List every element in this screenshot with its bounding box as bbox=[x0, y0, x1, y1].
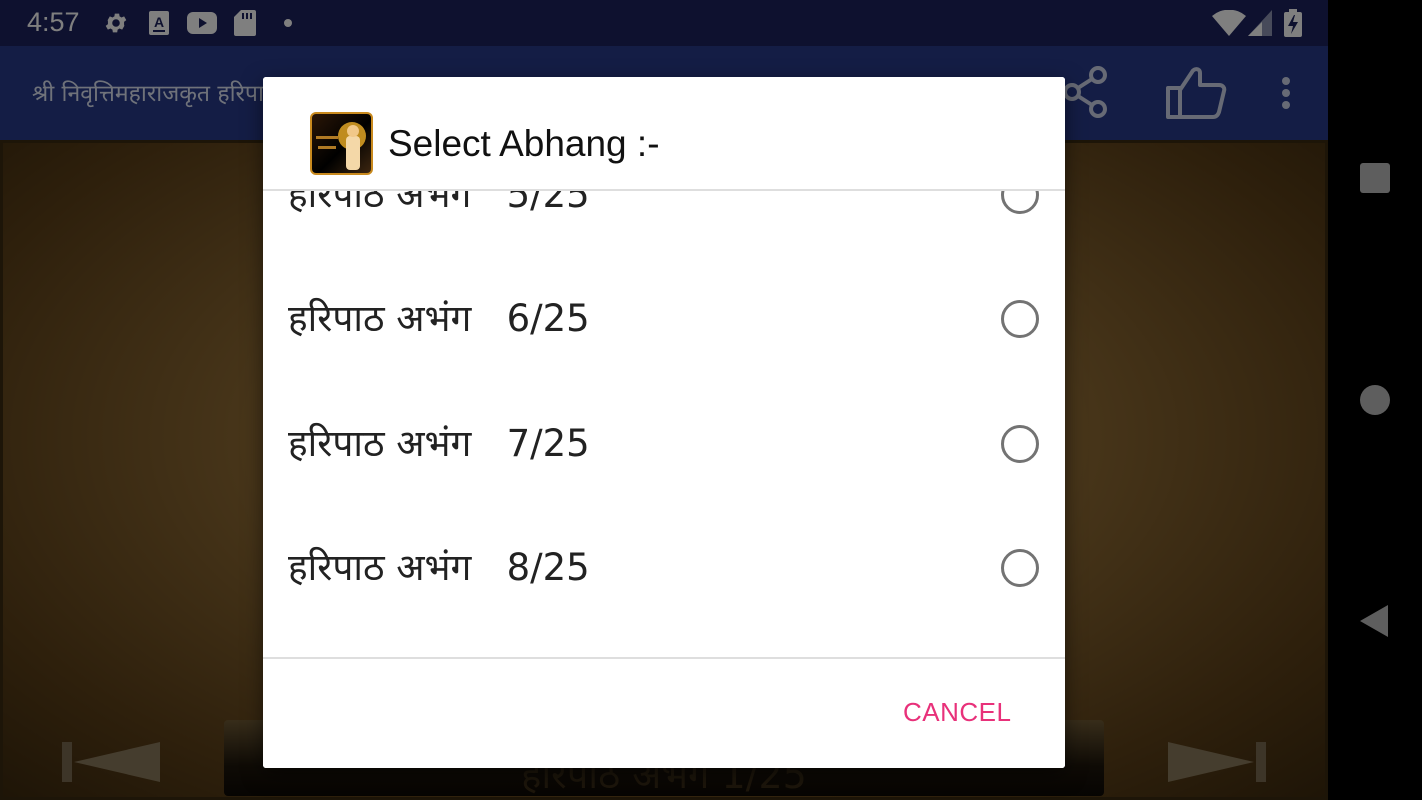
abhang-list[interactable]: हरिपाठ अभंग 5/25 हरिपाठ अभंग 6/25 हरिपाठ… bbox=[263, 191, 1065, 657]
list-item-label: हरिपाठ अभंग 8/25 bbox=[288, 546, 590, 589]
list-item[interactable]: हरिपाठ अभंग 6/25 bbox=[263, 251, 1065, 375]
list-item-label: हरिपाठ अभंग 6/25 bbox=[288, 297, 590, 340]
list-item-label: हरिपाठ अभंग 7/25 bbox=[288, 422, 590, 465]
dialog-title: Select Abhang :- bbox=[388, 123, 660, 164]
dialog-footer: CANCEL bbox=[263, 657, 1065, 768]
select-abhang-dialog: Select Abhang :- हरिपाठ अभंग 5/25 हरिपाठ… bbox=[263, 77, 1065, 768]
dialog-header: Select Abhang :- bbox=[263, 77, 1065, 191]
radio-button[interactable] bbox=[1001, 191, 1039, 214]
cancel-button[interactable]: CANCEL bbox=[903, 697, 1011, 728]
radio-button[interactable] bbox=[1001, 300, 1039, 338]
radio-button[interactable] bbox=[1001, 425, 1039, 463]
radio-button[interactable] bbox=[1001, 549, 1039, 587]
list-item[interactable]: हरिपाठ अभंग 8/25 bbox=[263, 500, 1065, 624]
list-item[interactable]: हरिपाठ अभंग 7/25 bbox=[263, 376, 1065, 500]
app-logo-icon bbox=[310, 112, 373, 175]
list-item-label: हरिपाठ अभंग 5/25 bbox=[288, 191, 590, 216]
list-item[interactable]: हरिपाठ अभंग 5/25 bbox=[263, 191, 1065, 251]
